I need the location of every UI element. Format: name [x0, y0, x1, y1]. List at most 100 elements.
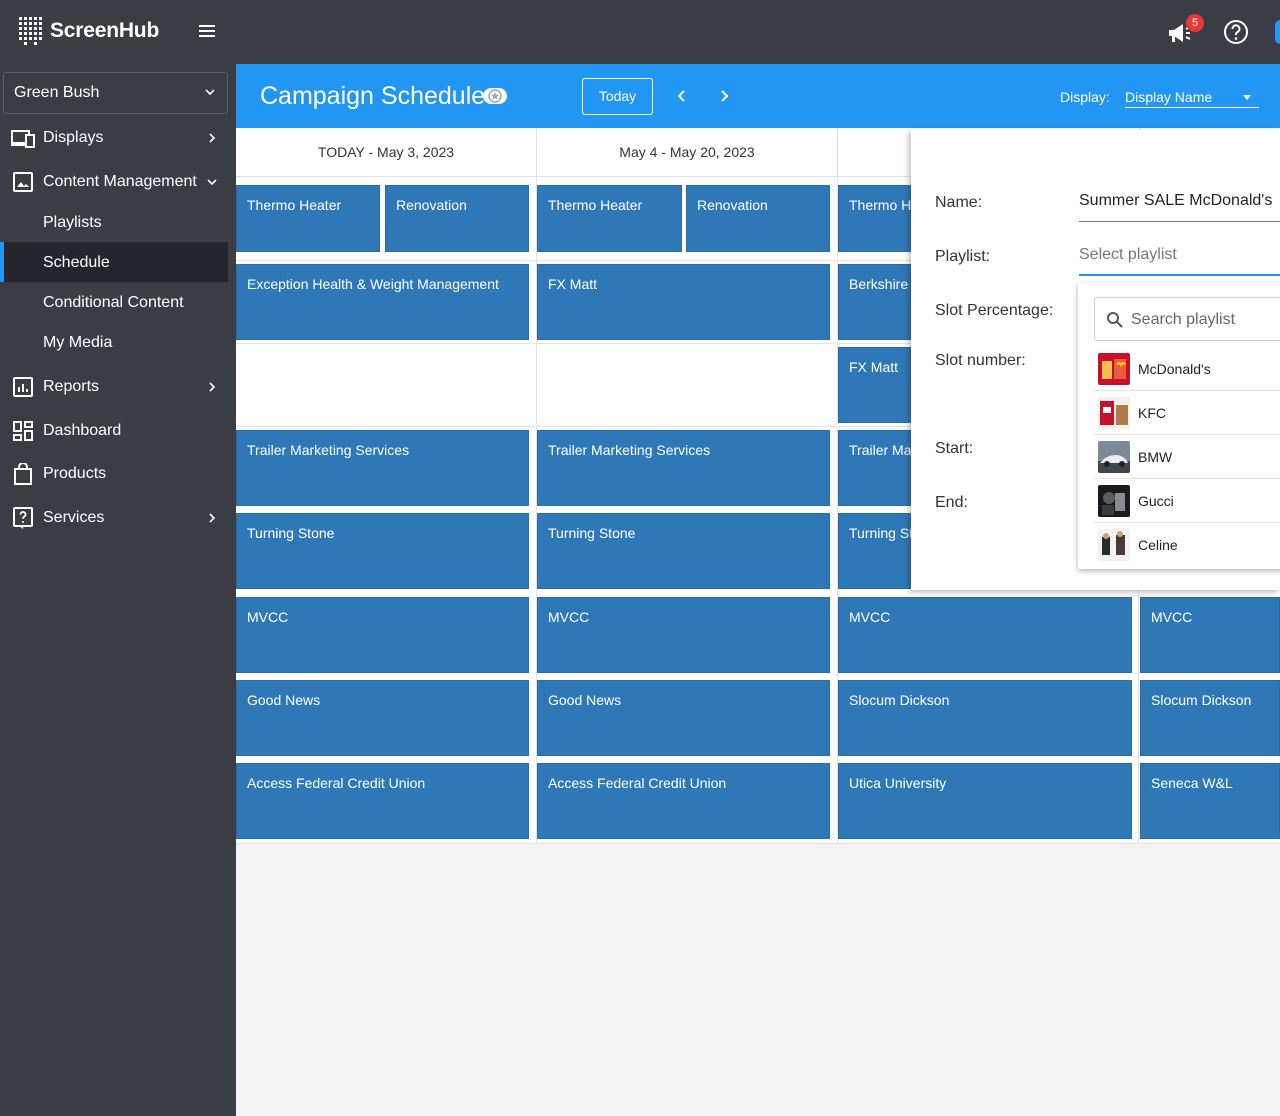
- celine-thumbnail: [1098, 529, 1130, 561]
- nav-conditional-content[interactable]: Conditional Content: [0, 282, 228, 322]
- nav-schedule-label: Schedule: [43, 254, 110, 271]
- playlist-select[interactable]: Select playlist: [1079, 244, 1280, 276]
- nav-reports-label: Reports: [43, 378, 100, 395]
- schedule-block[interactable]: Thermo Heater: [236, 185, 380, 252]
- schedule-block[interactable]: Access Federal Credit Union: [537, 763, 830, 839]
- schedule-block[interactable]: Turning Stone: [537, 513, 830, 589]
- display-label: Display:: [1060, 89, 1110, 105]
- nav-products[interactable]: Products: [0, 454, 236, 494]
- grid-logo-icon: [19, 17, 42, 45]
- display-select[interactable]: Display Name: [1125, 86, 1259, 108]
- kfc-thumbnail: [1098, 397, 1130, 429]
- schedule-block[interactable]: Trailer Marketing Services: [236, 430, 529, 506]
- today-button[interactable]: Today: [582, 78, 653, 115]
- nav-playlists[interactable]: Playlists: [0, 202, 228, 242]
- notification-badge: 5: [1186, 14, 1204, 32]
- schedule-block[interactable]: FX Matt: [838, 347, 918, 423]
- schedule-block[interactable]: Good News: [537, 680, 830, 756]
- slot-percentage-label: Slot Percentage:: [935, 302, 1054, 319]
- top-bar: ScreenHub 5: [0, 0, 1280, 64]
- image-icon: [13, 172, 33, 192]
- brand-name: ScreenHub: [50, 19, 160, 42]
- schedule-block[interactable]: FX Matt: [537, 264, 830, 340]
- playlist-option[interactable]: McDonald's: [1094, 347, 1280, 391]
- schedule-block[interactable]: Berkshire: [838, 264, 918, 340]
- schedule-block[interactable]: Trailer Marketing Services: [537, 430, 830, 506]
- column-header: May 4 - May 20, 2023: [537, 128, 838, 177]
- organization-select[interactable]: Green Bush: [3, 72, 228, 114]
- chevron-down-icon: [207, 179, 217, 186]
- schedule-block[interactable]: Seneca W&L: [1140, 763, 1280, 839]
- name-field[interactable]: Summer SALE McDonald's: [1079, 190, 1280, 222]
- nav-dashboard[interactable]: Dashboard: [0, 411, 236, 451]
- nav-playlists-label: Playlists: [43, 214, 102, 231]
- sidebar: Green Bush Displays Content Management P…: [0, 64, 236, 1116]
- schedule-block[interactable]: Thermo Heater: [838, 185, 918, 252]
- schedule-block[interactable]: Turning Stone: [838, 513, 918, 589]
- schedule-block[interactable]: Access Federal Credit Union: [236, 763, 529, 839]
- schedule-block[interactable]: Exception Health & Weight Management: [236, 264, 529, 340]
- page-header: Campaign Schedule Today Display: Display…: [236, 64, 1280, 128]
- nav-services[interactable]: Services: [0, 498, 236, 538]
- nav-products-label: Products: [43, 465, 107, 482]
- mcdonalds-thumbnail: [1098, 353, 1130, 385]
- playlist-option[interactable]: KFC: [1094, 391, 1280, 435]
- page-title: Campaign Schedule: [260, 82, 486, 110]
- brand-logo[interactable]: ScreenHub: [18, 16, 159, 46]
- nav-dashboard-label: Dashboard: [43, 422, 122, 439]
- chevron-right-icon: [209, 513, 216, 523]
- nav-displays[interactable]: Displays: [0, 118, 236, 158]
- schedule-block[interactable]: MVCC: [1140, 597, 1280, 673]
- nav-schedule[interactable]: Schedule: [0, 242, 228, 282]
- nav-services-label: Services: [43, 509, 105, 526]
- search-icon: [1107, 312, 1123, 328]
- schedule-block[interactable]: Slocum Dickson: [838, 680, 1132, 756]
- schedule-block[interactable]: MVCC: [537, 597, 830, 673]
- nav-conditional-content-label: Conditional Content: [43, 294, 184, 311]
- playlist-search-placeholder: Search playlist: [1131, 311, 1236, 328]
- chevron-left-icon[interactable]: [674, 88, 690, 104]
- playlist-search-input[interactable]: Search playlist: [1094, 297, 1280, 341]
- schedule-block[interactable]: MVCC: [236, 597, 529, 673]
- playlist-option-label: Gucci: [1138, 493, 1174, 509]
- chevron-right-icon: [209, 382, 216, 392]
- playlist-dropdown: Search playlist McDonald's KFC BMW Gucci…: [1078, 283, 1280, 569]
- gucci-thumbnail: [1098, 485, 1130, 517]
- schedule-block[interactable]: Utica University: [838, 763, 1132, 839]
- schedule-block[interactable]: Slocum Dickson: [1140, 680, 1280, 756]
- playlist-option-label: Celine: [1138, 537, 1178, 553]
- organization-select-value: Green Bush: [14, 84, 100, 101]
- schedule-block[interactable]: MVCC: [838, 597, 1132, 673]
- schedule-block[interactable]: Trailer Marketing Services: [838, 430, 918, 506]
- star-badge-icon[interactable]: [482, 86, 508, 106]
- nav-my-media-label: My Media: [43, 334, 113, 351]
- help-box-icon: [13, 507, 33, 529]
- start-label: Start:: [935, 440, 974, 457]
- schedule-block[interactable]: Turning Stone: [236, 513, 529, 589]
- nav-reports[interactable]: Reports: [0, 367, 236, 407]
- chevron-right-icon[interactable]: [716, 88, 732, 104]
- playlist-option[interactable]: Celine: [1094, 523, 1280, 567]
- playlist-label: Playlist:: [935, 248, 991, 265]
- help-icon[interactable]: [1223, 19, 1249, 45]
- chevron-down-icon: [205, 89, 215, 96]
- user-avatar[interactable]: [1275, 20, 1280, 44]
- schedule-block[interactable]: Renovation: [686, 185, 830, 252]
- caret-down-icon: [1243, 95, 1251, 100]
- schedule-block[interactable]: Renovation: [385, 185, 529, 252]
- schedule-block[interactable]: Good News: [236, 680, 529, 756]
- nav-displays-label: Displays: [43, 129, 104, 146]
- nav-content-management-label: Content Management: [43, 173, 197, 190]
- schedule-block[interactable]: Thermo Heater: [537, 185, 682, 252]
- menu-toggle-icon[interactable]: [196, 22, 218, 42]
- bmw-thumbnail: [1098, 441, 1130, 473]
- nav-my-media[interactable]: My Media: [0, 322, 228, 362]
- display-select-value: Display Name: [1125, 89, 1213, 105]
- playlist-option[interactable]: Gucci: [1094, 479, 1280, 523]
- dashboard-icon: [13, 421, 33, 441]
- column-header: TODAY - May 3, 2023: [236, 128, 537, 177]
- end-label: End:: [935, 494, 968, 511]
- nav-content-management[interactable]: Content Management: [0, 162, 236, 202]
- slot-number-label: Slot number:: [935, 352, 1026, 369]
- playlist-option[interactable]: BMW: [1094, 435, 1280, 479]
